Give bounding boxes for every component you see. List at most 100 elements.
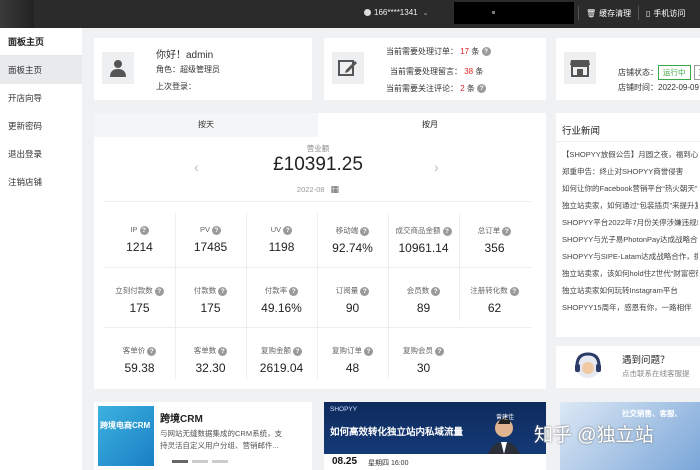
stat-value: 59.38 (124, 361, 155, 375)
pending-card: 当前需要处理订单： 17 条 ? 当前需要处理留言： 38 条 当前需要关注评论… (324, 38, 546, 100)
pending-reviews-label: 当前需要关注评论： (386, 84, 458, 93)
news-title: 行业新闻 (562, 126, 601, 137)
sidebar-item-close-store[interactable]: 注销店铺 (0, 168, 82, 196)
stat-avg-order-count: 客单数 ? 32.30 (175, 345, 246, 375)
stats-card: 按天 按月 营业额 £10391.25 ‹ › 2022-08 ▦ IP ? 12… (94, 113, 546, 389)
divider (578, 6, 579, 20)
stat-label: 付款率 (264, 286, 288, 295)
news-item[interactable]: 郑重申告：终止对SHOPYY商誉侵害 (562, 166, 698, 177)
crm-banner[interactable]: 跨境电商CRM (98, 406, 154, 466)
stat-pay-rate: 付款率 ? 49.16% (246, 285, 317, 315)
mobile-access-button[interactable]: ▯ 手机访问 (646, 8, 685, 19)
help-icon[interactable]: ? (442, 226, 452, 236)
webinar-banner[interactable]: SHOPYY 如何高效转化独立站内私域流量 曾建佳 08.25 星期四 16:0… (324, 402, 546, 470)
help-icon[interactable]: ? (502, 226, 512, 236)
stat-label: 复购金额 (260, 346, 291, 355)
help-icon[interactable]: ? (154, 286, 164, 296)
stat-value: 1198 (268, 239, 295, 254)
stat-signup-conversion: 注册转化数 ? 62 (459, 285, 530, 315)
help-icon[interactable]: ? (360, 286, 370, 296)
tab-by-month[interactable]: 按月 (318, 113, 542, 137)
last-login: 上次登录： (156, 82, 196, 91)
cache-clear-button[interactable]: 🗑 缓存清理 (586, 8, 631, 19)
grid-line (104, 267, 532, 268)
prev-month-button[interactable]: ‹ (194, 159, 199, 175)
chevron-down-icon: ⌄ (422, 9, 429, 17)
help-icon[interactable]: ? (139, 225, 149, 235)
news-item[interactable]: 【SHOPYY放假公告】月圆之夜，福到心到 (562, 149, 698, 160)
stat-value: 1214 (126, 239, 153, 254)
sidebar-item-dashboard[interactable]: 面板主页 (0, 56, 82, 84)
help-icon[interactable]: ? (283, 225, 293, 235)
calendar-icon[interactable]: ▦ (331, 184, 340, 194)
carousel-dot[interactable] (192, 460, 208, 463)
stats-tabs: 按天 按月 (94, 113, 542, 137)
sidebar-item-logout[interactable]: 退出登录 (0, 140, 82, 168)
help-icon[interactable]: ? (147, 346, 157, 356)
store-status: 店铺状态：运行中正常 (618, 65, 700, 80)
greeting: 你好！admin (156, 50, 214, 61)
news-item[interactable]: SHOPYY15周年，感恩有你，一路相伴 (562, 302, 698, 313)
news-item[interactable]: 如何让你的Facebook营销平台“热火朝天” (562, 183, 698, 194)
pending-orders-label: 当前需要处理订单： (386, 47, 458, 56)
crm-description: 与网站无缝数据集成的CRM系统，支 (160, 429, 283, 438)
help-icon[interactable]: ? (435, 346, 445, 356)
news-item[interactable]: 独立站卖家，如何通过“包装插页”来提升复 (562, 200, 698, 211)
help-icon[interactable]: ? (509, 286, 519, 296)
banner-text: 社交销售、客服、 (622, 409, 682, 418)
month-picker[interactable]: 2022-08 ▦ (94, 184, 542, 195)
pending-reviews[interactable]: 当前需要关注评论： 2 条 ? (386, 83, 487, 94)
carousel-dot[interactable] (212, 460, 228, 463)
store-time: 店铺时间：2022-09-09 (618, 82, 699, 93)
pending-messages[interactable]: 当前需要处理留言： 38 条 (390, 66, 483, 77)
pending-orders[interactable]: 当前需要处理订单： 17 条 ? (386, 46, 491, 57)
news-item[interactable]: SHOPYY与SIPE-Latam达成战略合作，携 (562, 251, 698, 262)
help-icon[interactable]: ? (360, 226, 370, 236)
stat-subscriptions: 订阅量 ? 90 (317, 285, 388, 315)
next-month-button[interactable]: › (434, 159, 439, 175)
role-label: 角色： (156, 65, 180, 74)
profile-card: 你好！admin 角色：超级管理员 上次登录： (94, 38, 312, 100)
speaker-name: 曾建佳 (496, 415, 515, 421)
sidebar-item-setup-guide[interactable]: 开店向导 (0, 84, 82, 112)
help-subtitle: 点击联系在线客服提 (622, 369, 690, 378)
stat-value: 62 (487, 301, 502, 315)
help-icon[interactable]: ? (218, 346, 228, 356)
help-icon[interactable]: ? (218, 286, 228, 296)
banner-time: 星期四 16:00 (368, 460, 409, 467)
news-item[interactable]: 独立站卖家，该如何hold住Z世代“财富密码 (562, 268, 698, 279)
help-icon[interactable]: ? (289, 286, 299, 296)
sidebar-item-change-password[interactable]: 更新密码 (0, 112, 82, 140)
brand-logo (0, 0, 34, 28)
tab-by-day[interactable]: 按天 (94, 113, 318, 137)
store-running-badge: 运行中 (658, 65, 691, 80)
stat-label: 订阅量 (335, 286, 359, 295)
store-icon (570, 60, 590, 77)
stat-value: 30 (416, 361, 431, 375)
store-status-badge: 正常 (693, 65, 700, 80)
pending-box (332, 52, 364, 84)
news-card: 行业新闻 【SHOPYY放假公告】月圆之夜，福到心到 郑重申告：终止对SHOPY… (556, 113, 700, 337)
stat-members: 会员数 ? 89 (388, 285, 459, 315)
divider (104, 201, 532, 202)
carousel-dot-active[interactable] (172, 460, 188, 463)
help-icon[interactable]: ? (477, 84, 487, 94)
help-card[interactable]: 遇到问题？ 点击联系在线客服提 (556, 346, 700, 388)
news-item[interactable]: 独立站卖家如何玩转Instagram平台 (562, 285, 698, 296)
stat-repurchase-orders: 复购订单 ? 48 (317, 345, 388, 375)
help-icon[interactable]: ? (364, 346, 374, 356)
pending-reviews-count: 2 (460, 84, 465, 93)
news-item[interactable]: SHOPYY与光子易PhotonPay达成战略合作 (562, 234, 698, 245)
help-icon[interactable]: ? (481, 47, 491, 57)
stat-sales-amount: 成交商品金额 ? 10961.14 (388, 225, 459, 255)
help-icon[interactable]: ? (431, 286, 441, 296)
help-icon[interactable]: ? (293, 346, 303, 356)
news-item[interactable]: SHOPYY平台2022年7月份关停涉嫌违规站 (562, 217, 698, 228)
help-icon[interactable]: ? (212, 225, 222, 235)
user-menu[interactable]: 166****1341 ⌄ (364, 8, 428, 17)
mobile-access-label: 手机访问 (653, 9, 686, 18)
stat-value: 92.74% (332, 241, 373, 255)
stat-label: 立刻付款数 (115, 286, 153, 295)
banner-date-bar: 08.25 星期四 16:00 (324, 454, 546, 470)
pending-messages-count: 38 (464, 67, 474, 76)
